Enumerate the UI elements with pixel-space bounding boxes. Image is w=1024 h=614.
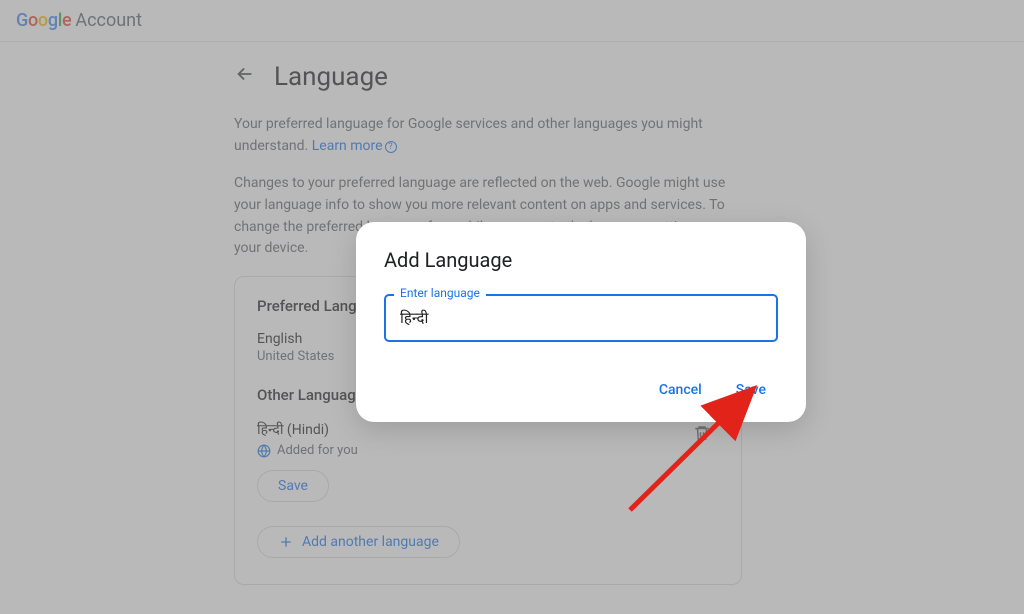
add-language-dialog: Add Language Enter language Cancel Save: [356, 222, 806, 422]
language-input[interactable]: [384, 294, 778, 342]
dialog-title: Add Language: [384, 248, 778, 272]
input-label: Enter language: [394, 286, 486, 300]
save-button[interactable]: Save: [732, 376, 770, 404]
cancel-button[interactable]: Cancel: [655, 376, 706, 404]
